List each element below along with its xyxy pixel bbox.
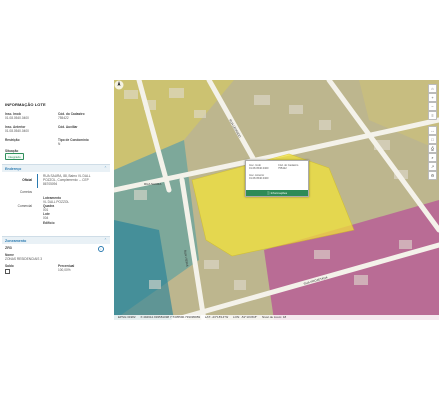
zone-saldo-field: Saldo bbox=[5, 264, 14, 274]
loteamento-field: Loteamento VL DALL POZZOL bbox=[43, 196, 70, 204]
oficial-value: RUA SAURA, 88, Bairro VL DALL POZZOL, Co… bbox=[43, 174, 91, 186]
map-canvas: RUA SAURA RUA LEONIDO RUA VIEIRA RUA PRO… bbox=[114, 80, 439, 320]
panel-title: INFORMAÇÃO LOTE bbox=[5, 102, 46, 107]
area-icon[interactable]: □ bbox=[428, 135, 437, 144]
correios-label: Correios bbox=[19, 190, 32, 194]
oficial-label: Oficial bbox=[22, 178, 32, 182]
informacoes-button[interactable]: ⓘ Informações bbox=[246, 190, 308, 196]
popup-insc-value: 01.08.0540.0400 bbox=[249, 167, 269, 170]
zoneamento-accordion-header[interactable]: Zoneamento ⌃ bbox=[2, 236, 110, 244]
map-status-bar: EPSG:31982 X:494612.993581098 Y:7435590.… bbox=[114, 315, 439, 320]
quadra-field: Quadra 001 bbox=[43, 204, 55, 212]
field-insc-anterior: Insc. Anterior 01.08.0540.0400 bbox=[5, 125, 29, 133]
zone-nome-field: Nome ZONAS RESIDENCIAIS 3 bbox=[5, 253, 43, 261]
status-lat: LAT: -23°18'14"W bbox=[204, 315, 229, 319]
comercial-label: Comercial bbox=[17, 204, 32, 208]
layers-icon bbox=[5, 268, 10, 274]
home-icon[interactable]: ⌂ bbox=[428, 84, 437, 93]
info-icon[interactable]: i bbox=[98, 246, 104, 252]
status-lon: LON: -51°10'28.8" bbox=[233, 315, 258, 319]
chevron-up-icon: ⌃ bbox=[103, 238, 107, 243]
field-restricao: Restrição bbox=[5, 138, 20, 142]
edificio-label: Edifício bbox=[43, 221, 55, 225]
share-icon[interactable]: ↗ bbox=[428, 162, 437, 171]
field-cod-auxiliar: Cód. Auxiliar bbox=[58, 125, 78, 129]
chevron-up-icon: ⌃ bbox=[103, 166, 107, 171]
compass-icon bbox=[114, 80, 124, 90]
status-epsg: EPSG:31982 bbox=[118, 315, 136, 319]
zone-percentual-field: Percentual 100,00% bbox=[58, 264, 75, 272]
field-insc-imob: Insc. Imob 01.08.0540.0400 bbox=[5, 112, 29, 120]
zone-code: ZR3 bbox=[5, 246, 12, 250]
layers-icon[interactable]: ≡ bbox=[428, 111, 437, 120]
info-panel: INFORMAÇÃO LOTE Insc. Imob 01.08.0540.04… bbox=[0, 80, 114, 320]
field-tipo-condominio: Tipo de Condomínio N bbox=[58, 138, 89, 146]
situacao-badge: Integrado bbox=[5, 153, 24, 160]
parcel-popup: Insc. Imob 01.08.0540.0400 Cód. do Cadas… bbox=[245, 160, 309, 197]
map-view[interactable]: RUA SAURA RUA LEONIDO RUA VIEIRA RUA PRO… bbox=[114, 80, 439, 320]
top-blank-area bbox=[0, 0, 439, 80]
measure-icon[interactable]: ↔ bbox=[428, 126, 437, 135]
popup-ant-value: 01.08.0540.0400 bbox=[249, 177, 269, 180]
zoom-in-button[interactable]: + bbox=[428, 93, 437, 102]
zoom-out-button[interactable]: − bbox=[428, 102, 437, 111]
search-icon[interactable]: ⌕ bbox=[428, 153, 437, 162]
street-label: RUA SAURA bbox=[144, 182, 161, 186]
field-cod-cadastro: Cód. do Cadastro 755422 bbox=[58, 112, 85, 120]
status-xy: X:494612.993581098 Y:7435590.739095959 bbox=[140, 315, 201, 319]
settings-icon[interactable]: ⚙ bbox=[428, 171, 437, 180]
popup-cod-value: 755422 bbox=[278, 167, 287, 170]
lote-field: Lote 004 bbox=[43, 212, 50, 220]
oficial-indicator bbox=[37, 174, 38, 188]
print-icon[interactable]: ⎙ bbox=[428, 144, 437, 153]
endereco-accordion-header[interactable]: Endereço ⌃ bbox=[2, 164, 110, 172]
status-zoom: Nível de zoom: 18 bbox=[262, 315, 287, 319]
